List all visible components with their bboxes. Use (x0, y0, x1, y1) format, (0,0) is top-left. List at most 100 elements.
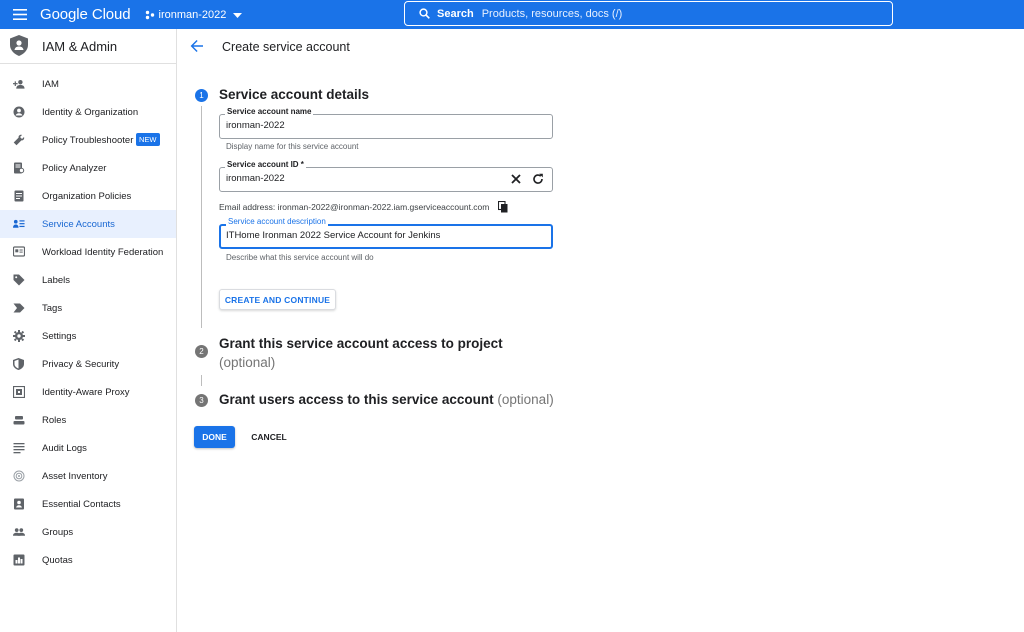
sidebar-item-label: Privacy & Security (42, 358, 120, 370)
sidebar-item-iam[interactable]: IAM (0, 70, 176, 98)
iam-shield-icon (10, 35, 30, 57)
service-account-id-field[interactable]: Service account ID * (219, 160, 553, 192)
sidebar-item-service-accounts[interactable]: Service Accounts (0, 210, 176, 238)
step-2-optional: (optional) (219, 355, 276, 370)
sidebar-item-label: Asset Inventory (42, 470, 108, 482)
chevron-down-icon (233, 9, 243, 21)
gear-icon (13, 330, 25, 342)
google-cloud-logo[interactable]: Google Cloud (40, 6, 131, 23)
step-1-title: Service account details (219, 87, 370, 102)
sidebar-item-asset-inventory[interactable]: Asset Inventory (0, 462, 176, 490)
step-connector (201, 375, 202, 386)
email-address: Email address: ironman-2022@ironman-2022… (219, 202, 490, 212)
sidebar-item-roles[interactable]: Roles (0, 406, 176, 434)
clear-icon[interactable] (510, 173, 523, 186)
service-account-description-label: Service account description (226, 217, 328, 226)
sidebar-item-privacy-security[interactable]: Privacy & Security (0, 350, 176, 378)
sidebar-item-groups[interactable]: Groups (0, 518, 176, 546)
sidebar-item-audit-logs[interactable]: Audit Logs (0, 434, 176, 462)
create-and-continue-button[interactable]: CREATE AND CONTINUE (219, 289, 336, 310)
sidebar-title: IAM & Admin (42, 38, 118, 54)
step-2-number: 2 (195, 345, 208, 358)
search-label: Search (437, 7, 474, 20)
sidebar-item-label: Settings (42, 330, 77, 342)
sidebar-item-labels[interactable]: Labels (0, 266, 176, 294)
sidebar-item-label: Workload Identity Federation (42, 246, 164, 258)
service-account-id-input[interactable] (226, 173, 496, 184)
sidebar: IAM & Admin IAM Identity & Organization … (0, 29, 177, 632)
sidebar-item-label: Service Accounts (42, 218, 115, 230)
sidebar-item-label: Policy Troubleshooter (42, 134, 134, 146)
project-selector[interactable]: ironman-2022 (145, 9, 243, 21)
copy-icon[interactable] (498, 201, 509, 213)
sidebar-item-tags[interactable]: Tags (0, 294, 176, 322)
service-account-description-input[interactable] (226, 230, 546, 241)
roles-icon (13, 414, 25, 426)
sidebar-item-workload-identity-federation[interactable]: Workload Identity Federation (0, 238, 176, 266)
page-title: Create service account (222, 39, 350, 54)
label-icon (13, 274, 25, 286)
sidebar-item-organization-policies[interactable]: Organization Policies (0, 182, 176, 210)
inventory-icon (13, 470, 25, 482)
sidebar-header: IAM & Admin (0, 29, 176, 64)
sidebar-item-label: Tags (42, 302, 63, 314)
shield-icon (13, 358, 25, 370)
service-account-name-field[interactable]: Service account name (219, 107, 553, 139)
sidebar-item-label: Labels (42, 274, 70, 286)
step-3-title-text: Grant users access to this service accou… (219, 392, 494, 407)
step-2-title[interactable]: Grant this service account access to pro… (219, 334, 519, 372)
id-card-icon (13, 246, 25, 258)
sidebar-item-label: Audit Logs (42, 442, 87, 454)
document-search-icon (13, 162, 25, 174)
sidebar-item-policy-troubleshooter[interactable]: Policy Troubleshooter NEW (0, 126, 176, 154)
project-icon (145, 10, 155, 20)
project-name: ironman-2022 (158, 8, 227, 21)
sidebar-item-label: Roles (42, 414, 67, 426)
service-account-name-label: Service account name (225, 107, 314, 116)
sidebar-item-label: Organization Policies (42, 190, 132, 202)
document-icon (13, 190, 25, 202)
sidebar-item-label: Policy Analyzer (42, 162, 107, 174)
step-connector (201, 106, 202, 328)
tag-arrow-icon (13, 302, 25, 314)
search-input[interactable]: Search Products, resources, docs (/) (404, 1, 893, 26)
service-account-description-field[interactable]: Service account description (219, 217, 553, 249)
wrench-icon (13, 134, 25, 146)
quota-icon (13, 554, 25, 566)
sidebar-item-label: Quotas (42, 554, 73, 566)
person-add-icon (13, 78, 25, 90)
step-3-optional: (optional) (497, 392, 554, 407)
refresh-icon[interactable] (532, 173, 545, 186)
back-arrow-icon[interactable] (190, 39, 206, 55)
account-circle-icon (13, 106, 25, 118)
proxy-icon (13, 386, 25, 398)
sidebar-item-label: Groups (42, 526, 74, 538)
sidebar-item-essential-contacts[interactable]: Essential Contacts (0, 490, 176, 518)
new-badge: NEW (136, 133, 160, 146)
step-2-title-text: Grant this service account access to pro… (219, 336, 503, 351)
step-3-number: 3 (195, 394, 208, 407)
list-icon (13, 442, 25, 454)
service-account-description-hint: Describe what this service account will … (226, 253, 374, 262)
hamburger-menu-icon[interactable] (10, 5, 30, 25)
sidebar-item-label: Identity & Organization (42, 106, 139, 118)
search-placeholder: Products, resources, docs (/) (481, 7, 623, 20)
sidebar-item-label: Identity-Aware Proxy (42, 386, 130, 398)
sidebar-item-settings[interactable]: Settings (0, 322, 176, 350)
top-app-bar: Google Cloud ironman-2022 Search Product… (0, 0, 1024, 29)
cancel-button[interactable]: CANCEL (244, 426, 294, 448)
sidebar-item-identity-aware-proxy[interactable]: Identity-Aware Proxy (0, 378, 176, 406)
service-account-name-hint: Display name for this service account (226, 142, 359, 151)
sidebar-item-identity-organization[interactable]: Identity & Organization (0, 98, 176, 126)
search-icon (419, 8, 430, 19)
done-button[interactable]: DONE (194, 426, 235, 448)
sidebar-item-quotas[interactable]: Quotas (0, 546, 176, 574)
sidebar-item-label: IAM (42, 78, 59, 90)
groups-icon (13, 526, 25, 538)
step-1-number: 1 (195, 89, 208, 102)
step-3-title[interactable]: Grant users access to this service accou… (219, 392, 554, 407)
sidebar-item-label: Essential Contacts (42, 498, 121, 510)
sidebar-item-policy-analyzer[interactable]: Policy Analyzer (0, 154, 176, 182)
service-account-name-input[interactable] (226, 120, 496, 131)
service-account-id-label: Service account ID * (225, 160, 306, 169)
